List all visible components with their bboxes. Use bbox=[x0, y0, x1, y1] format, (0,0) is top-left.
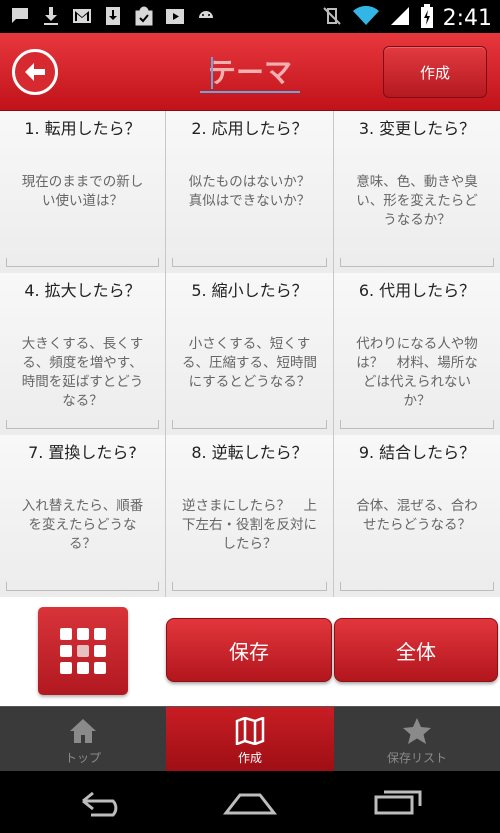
action-bar: 保存 全体 bbox=[0, 597, 500, 706]
download-box-icon bbox=[103, 6, 123, 26]
create-button[interactable]: 作成 bbox=[383, 46, 487, 98]
grid-cell-8[interactable]: 8. 逆転したら？ 逆さまにしたら？ 上下左右・役割を反対にしたら？ bbox=[166, 435, 334, 597]
save-button[interactable]: 保存 bbox=[166, 618, 332, 682]
grid-cell-7[interactable]: 7. 置換したら? 入れ替えたら、順番を変えたらどうなる？ bbox=[0, 435, 166, 597]
bag-check-icon bbox=[134, 6, 154, 26]
android-icon bbox=[196, 6, 216, 26]
grid-icon bbox=[60, 628, 106, 674]
cell-title: 2. 応用したら？ bbox=[191, 119, 308, 138]
tab-label: 作成 bbox=[237, 751, 262, 765]
download-icon bbox=[41, 6, 61, 26]
cell-title: 5. 縮小したら？ bbox=[191, 281, 308, 300]
cell-title: 7. 置換したら? bbox=[28, 443, 137, 462]
cell-title: 6. 代用したら？ bbox=[358, 281, 476, 300]
cell-title: 4. 拡大したら？ bbox=[24, 281, 141, 300]
cell-title: 8. 逆転したら？ bbox=[191, 443, 308, 462]
cell-body: 現在のままでの新しい使い道は？ bbox=[21, 174, 144, 209]
recents-nav-icon[interactable] bbox=[368, 787, 428, 817]
grid-cell-2[interactable]: 2. 応用したら？ 似たものはないか？ 真似はできないか？ bbox=[166, 111, 334, 273]
cell-body: 代わりになる人や物は？ 材料、場所などは代えられないか？ bbox=[356, 336, 478, 409]
cell-body: 逆さまにしたら？ 上下左右・役割を反対にしたら？ bbox=[182, 498, 317, 552]
grid-cell-6[interactable]: 6. 代用したら？ 代わりになる人や物は？ 材料、場所などは代えられないか？ bbox=[334, 273, 500, 435]
cell-title: 1. 転用したら？ bbox=[24, 119, 141, 138]
cell-body: 意味、色、動きや臭い、形を変えたらどうなるか？ bbox=[356, 174, 478, 228]
grid-cell-9[interactable]: 9. 結合したら？ 合体、混ぜる、合わせたらどうなる？ bbox=[334, 435, 500, 597]
home-icon bbox=[68, 717, 98, 745]
header: 作成 bbox=[0, 33, 500, 111]
tab-create[interactable]: 作成 bbox=[166, 707, 334, 771]
cell-body: 似たものはないか？ 真似はできないか？ bbox=[188, 174, 324, 209]
tab-label: 保存リスト bbox=[386, 751, 447, 765]
back-nav-icon[interactable] bbox=[74, 787, 134, 817]
grid-cell-4[interactable]: 4. 拡大したら？ 大きくする、長くする、頻度を増やす、時間を延ばすとどうなる？ bbox=[0, 273, 166, 435]
cell-body: 大きくする、長くする、頻度を増やす、時間を延ばすとどうなる？ bbox=[21, 336, 144, 409]
grid-cell-1[interactable]: 1. 転用したら？ 現在のままでの新しい使い道は？ bbox=[0, 111, 166, 273]
play-store-icon bbox=[165, 6, 185, 26]
cell-title: 9. 結合したら？ bbox=[358, 443, 476, 462]
cell-title: 3. 変更したら？ bbox=[358, 119, 476, 138]
grid-cell-3[interactable]: 3. 変更したら？ 意味、色、動きや臭い、形を変えたらどうなるか？ bbox=[334, 111, 500, 273]
text-cursor bbox=[211, 57, 213, 89]
cell-body: 合体、混ぜる、合わせたらどうなる？ bbox=[356, 498, 478, 533]
chat-icon bbox=[10, 6, 30, 26]
cell-body: 入れ替えたら、順番を変えたらどうなる？ bbox=[21, 498, 144, 552]
home-nav-icon[interactable] bbox=[220, 787, 280, 817]
grid-view-button[interactable] bbox=[38, 607, 128, 695]
grid-cell-5[interactable]: 5. 縮小したら？ 小さくする、短くする、圧縮する、短時間にするとどうなる？ bbox=[166, 273, 334, 435]
battery-icon bbox=[420, 4, 434, 32]
theme-input[interactable] bbox=[200, 53, 300, 93]
status-bar: 2:41 bbox=[0, 0, 500, 33]
star-icon bbox=[402, 717, 432, 745]
gmail-icon bbox=[72, 6, 92, 26]
vibrate-off-icon bbox=[321, 5, 343, 31]
map-icon bbox=[235, 716, 265, 746]
idea-grid: 1. 転用したら？ 現在のままでの新しい使い道は？ 2. 応用したら？ 似たもの… bbox=[0, 111, 500, 597]
wifi-icon bbox=[352, 5, 380, 31]
back-button[interactable] bbox=[12, 49, 58, 95]
clock: 2:41 bbox=[442, 5, 492, 31]
tab-saved-list[interactable]: 保存リスト bbox=[334, 707, 500, 771]
arrow-left-icon bbox=[25, 63, 45, 81]
cell-body: 小さくする、短くする、圧縮する、短時間にするとどうなる？ bbox=[182, 336, 317, 390]
tab-top[interactable]: トップ bbox=[0, 707, 166, 771]
signal-icon bbox=[389, 5, 411, 31]
tab-label: トップ bbox=[64, 751, 101, 765]
all-button[interactable]: 全体 bbox=[334, 618, 498, 682]
bottom-tab-bar: トップ 作成 保存リスト bbox=[0, 706, 500, 771]
system-nav-bar bbox=[0, 771, 500, 833]
